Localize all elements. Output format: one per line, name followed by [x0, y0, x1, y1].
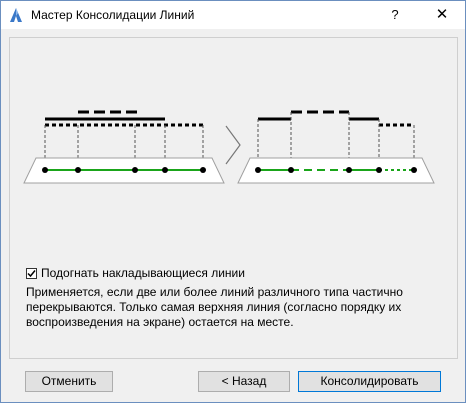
- after-diagram: [237, 110, 435, 184]
- back-button[interactable]: < Назад: [198, 371, 290, 392]
- window-title: Мастер Консолидации Линий: [31, 8, 195, 22]
- arrow-right-icon: [225, 125, 241, 165]
- fit-overlapping-lines-option[interactable]: Подогнать накладывающиеся линии: [26, 265, 245, 281]
- content-panel: Подогнать накладывающиеся линии Применяе…: [9, 37, 458, 359]
- title-bar: Мастер Консолидации Линий ? ✕: [1, 1, 465, 29]
- option-description: Применяется, если две или более линий ра…: [26, 285, 403, 329]
- cancel-button[interactable]: Отменить: [25, 371, 113, 392]
- fit-overlapping-lines-checkbox[interactable]: [26, 267, 37, 279]
- help-button[interactable]: ?: [384, 5, 406, 25]
- wizard-dialog: Мастер Консолидации Линий ? ✕ Подогнать …: [0, 0, 466, 403]
- close-button[interactable]: ✕: [431, 5, 453, 25]
- consolidate-button[interactable]: Консолидировать: [298, 371, 441, 392]
- line-consolidation-illustration: [23, 110, 435, 184]
- checkbox-label[interactable]: Подогнать накладывающиеся линии: [41, 266, 245, 280]
- archicad-app-icon: [10, 8, 22, 22]
- checkmark-icon: [27, 269, 36, 277]
- before-diagram: [23, 110, 225, 184]
